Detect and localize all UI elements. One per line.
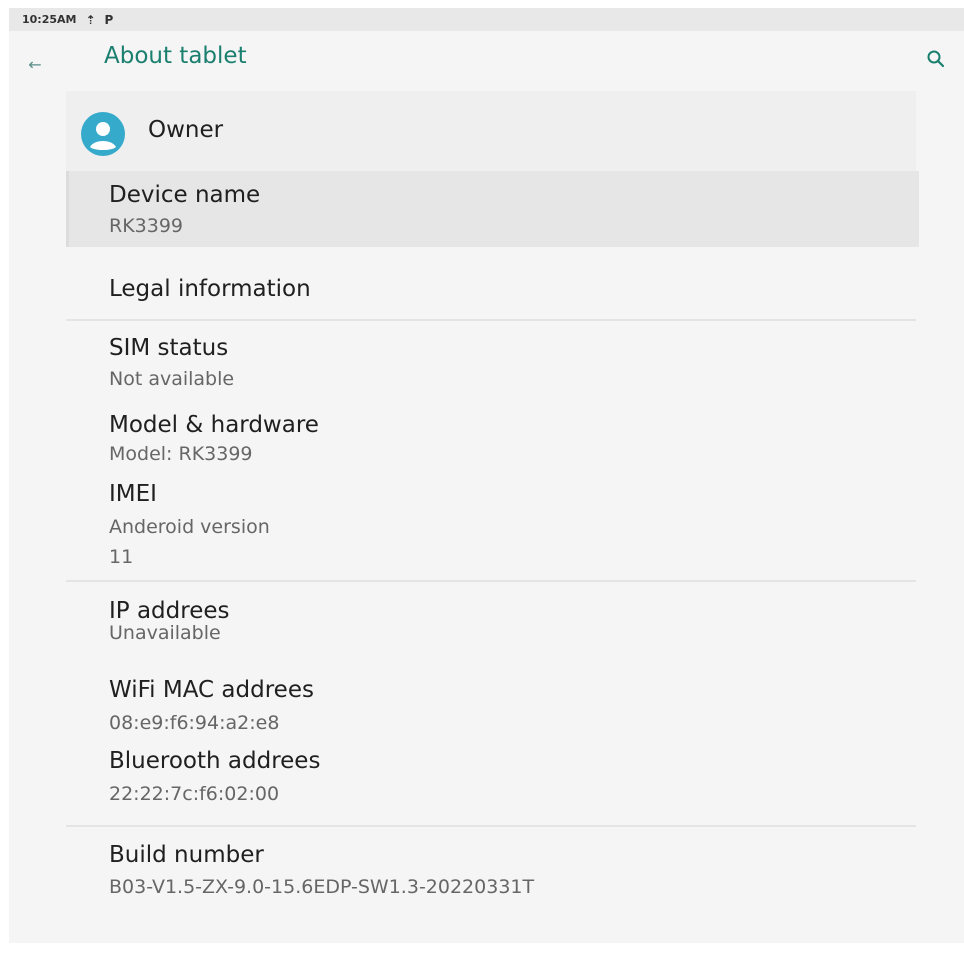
android-version-value: 11 (109, 546, 134, 568)
status-bar: 10:25AM ⇡ P (9, 8, 964, 31)
sim-status-title: SIM status (109, 335, 229, 361)
device-name-value: RK3399 (109, 215, 184, 237)
wifi-mac-title: WiFi MAC addrees (109, 677, 314, 703)
sim-status-item[interactable]: SIM status Not available (109, 335, 234, 390)
account-circle-icon (81, 112, 125, 156)
model-hardware-value: Model: RK3399 (109, 443, 253, 465)
bluetooth-address-value: 22:22:7c:f6:02:00 (109, 783, 280, 805)
wifi-mac-value: 08:e9:f6:94:a2:e8 (109, 712, 280, 734)
legal-information-title: Legal information (109, 276, 311, 302)
back-arrow-icon[interactable]: ← (25, 55, 45, 75)
bluetooth-address-item[interactable]: Bluerooth addrees 22:22:7c:f6:02:00 (109, 748, 320, 805)
android-version-label: Anderoid version (109, 516, 270, 538)
sim-status-value: Not available (109, 368, 235, 390)
owner-label: Owner (148, 117, 224, 143)
page-title: About tablet (104, 43, 247, 69)
divider (66, 825, 916, 827)
wifi-mac-item[interactable]: WiFi MAC addrees 08:e9:f6:94:a2:e8 (109, 677, 314, 734)
build-number-item[interactable]: Build number B03-V1.5-ZX-9.0-15.6EDP-SW1… (109, 842, 534, 898)
ip-address-title: IP addrees (109, 598, 230, 624)
build-number-value: B03-V1.5-ZX-9.0-15.6EDP-SW1.3-20220331T (109, 876, 535, 898)
about-tablet-screen: 10:25AM ⇡ P ← About tablet Owner Device … (9, 8, 964, 943)
legal-information-item[interactable]: Legal information (109, 276, 311, 302)
model-hardware-title: Model & hardware (109, 412, 319, 438)
parking-icon: P (104, 12, 114, 27)
bluetooth-address-title: Bluerooth addrees (109, 748, 321, 774)
model-hardware-item[interactable]: Model & hardware Model: RK3399 (109, 412, 319, 465)
upload-icon: ⇡ (85, 12, 96, 27)
divider (66, 580, 916, 582)
owner-row[interactable]: Owner (66, 91, 916, 176)
app-bar: ← About tablet (9, 31, 964, 99)
device-name-title: Device name (109, 182, 261, 208)
ip-address-value: Unavailable (109, 622, 221, 644)
divider (66, 319, 916, 321)
device-name-item[interactable]: Device name RK3399 (109, 182, 260, 237)
imei-title: IMEI (109, 481, 157, 507)
ip-address-item[interactable]: IP addrees Unavailable (109, 599, 230, 643)
status-time: 10:25AM (22, 13, 77, 26)
imei-item[interactable]: IMEI Anderoid version 11 (109, 481, 270, 568)
build-number-title: Build number (109, 842, 264, 868)
search-icon[interactable] (925, 48, 947, 70)
